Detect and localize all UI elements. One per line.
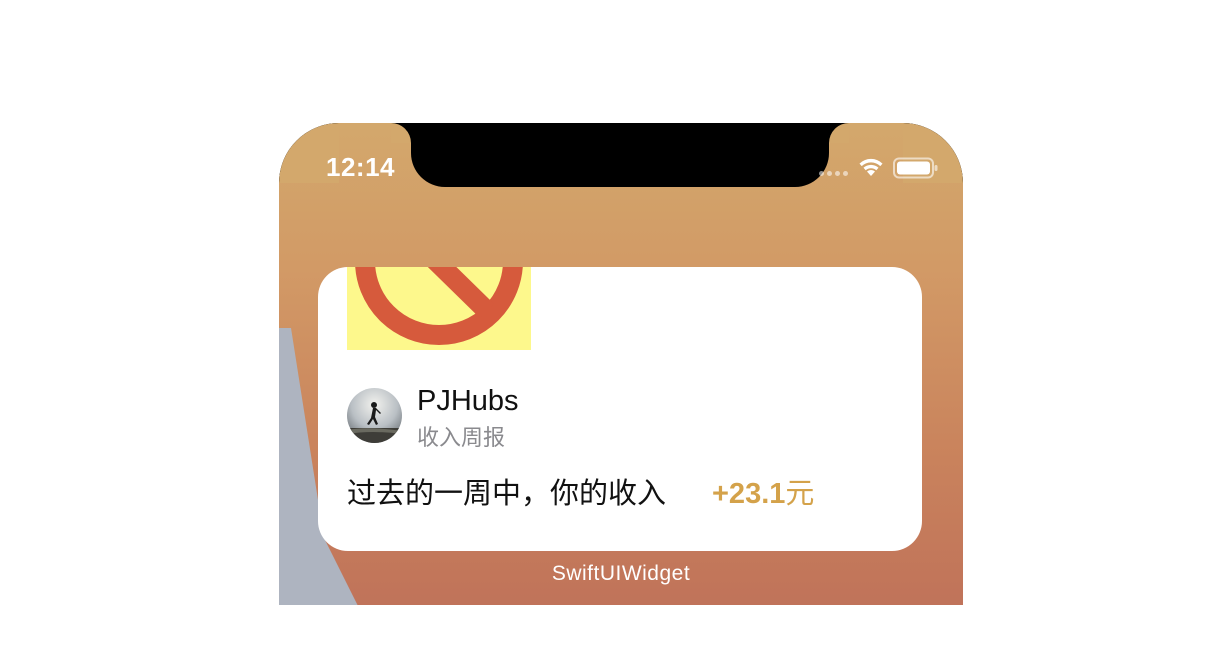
user-name: PJHubs [417, 385, 519, 417]
income-message: 过去的一周中，你的收入 [347, 478, 667, 510]
notch [411, 123, 829, 187]
screen: 12:14 PJHubs 收入周报 过去的一周中，你的收入 +23.1元 Swi… [0, 0, 1222, 662]
status-time: 12:14 [326, 152, 395, 182]
battery-icon [893, 157, 938, 179]
broken-image-icon [347, 267, 531, 350]
wifi-icon [859, 158, 883, 176]
phone-screen: 12:14 PJHubs 收入周报 过去的一周中，你的收入 +23.1元 Swi… [279, 123, 963, 605]
income-amount: +23.1元 [712, 470, 814, 512]
amount-unit: 元 [785, 478, 815, 510]
signal-dots-icon [819, 171, 848, 176]
income-widget[interactable]: PJHubs 收入周报 过去的一周中，你的收入 +23.1元 [318, 267, 922, 551]
widget-caption: SwiftUIWidget [551, 562, 691, 585]
notch-ear-right [829, 123, 849, 143]
notch-ear-left [391, 123, 411, 143]
avatar [347, 388, 402, 443]
user-subtitle: 收入周报 [417, 425, 506, 450]
amount-value: +23.1 [712, 478, 786, 510]
